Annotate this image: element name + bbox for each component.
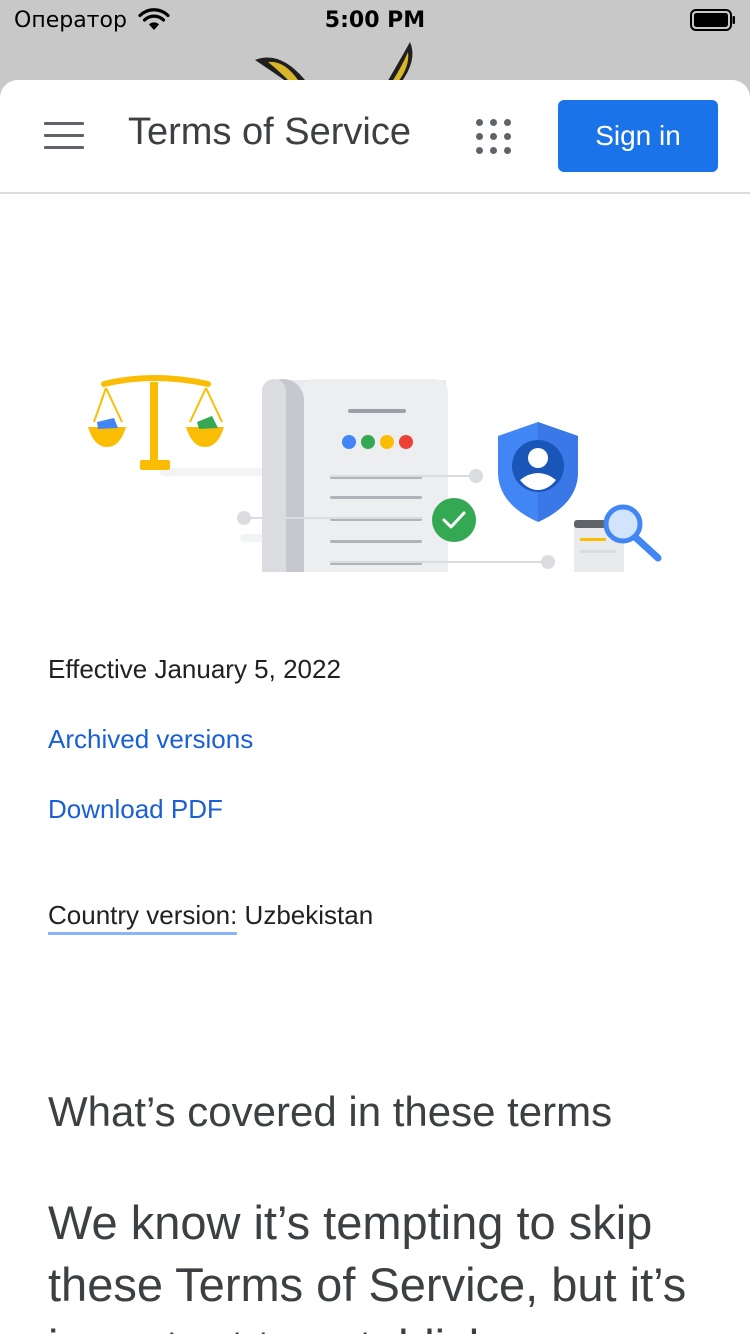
- terms-illustration: [88, 375, 662, 572]
- effective-date: Effective January 5, 2022: [48, 654, 341, 684]
- battery-icon: [690, 9, 735, 31]
- section-heading: What’s covered in these terms: [48, 1088, 613, 1135]
- background-app-peek: [255, 42, 413, 84]
- sign-in-button[interactable]: Sign in: [558, 100, 718, 172]
- status-bar: Оператор 5:00 PM: [0, 0, 750, 40]
- apps-grid-icon[interactable]: [476, 119, 512, 155]
- top-app-bar: Terms of Service Sign in: [0, 80, 750, 194]
- shield-user-icon: [498, 422, 578, 522]
- country-version-selector[interactable]: Country version:: [48, 900, 238, 935]
- web-sheet: Terms of Service Sign in Effective Janua…: [0, 80, 750, 1334]
- screen: Оператор 5:00 PM Terms of Service Sign i…: [0, 0, 750, 1334]
- archived-versions-link[interactable]: Archived versions: [48, 724, 253, 755]
- page-title: Terms of Service: [128, 111, 411, 153]
- hamburger-menu-icon[interactable]: [44, 122, 84, 150]
- country-value: Uzbekistan: [244, 900, 374, 930]
- country-version: Country version: Uzbekistan: [48, 900, 374, 935]
- status-time: 5:00 PM: [324, 8, 426, 33]
- intro-paragraph: We know it’s tempting to skip these Term…: [48, 1196, 687, 1334]
- scale-icon: [88, 375, 224, 470]
- download-pdf-link[interactable]: Download PDF: [48, 794, 223, 825]
- check-circle-icon: [432, 498, 476, 542]
- phone-search-icon: [574, 504, 662, 572]
